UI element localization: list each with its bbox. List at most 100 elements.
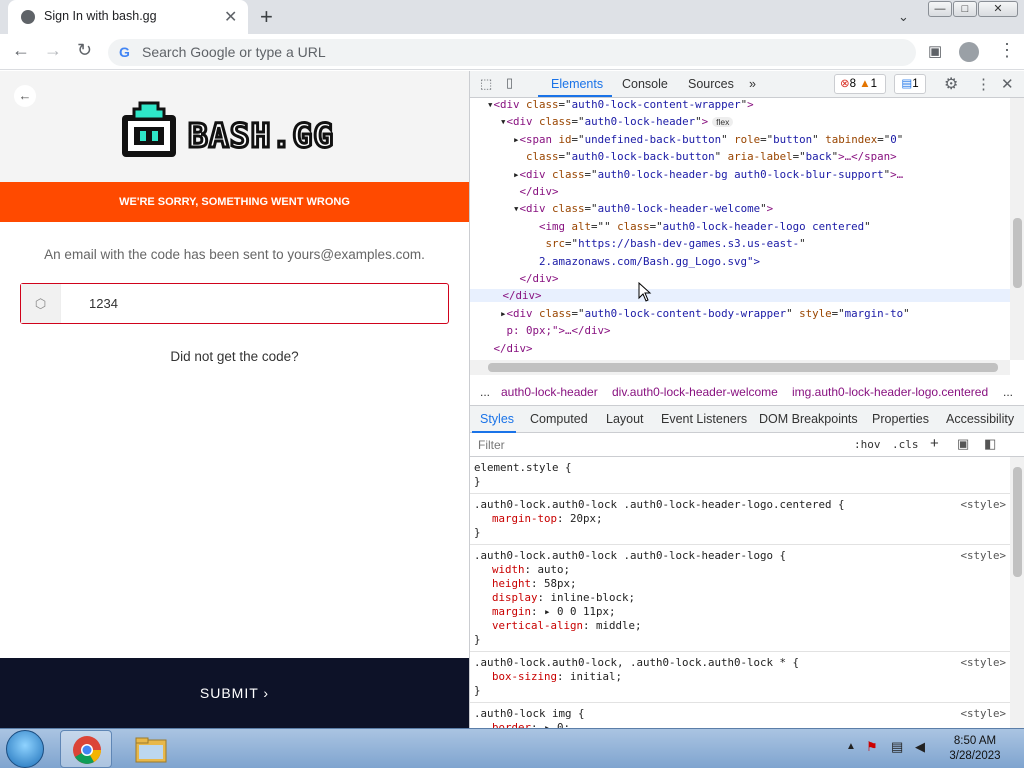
back-arrow-icon[interactable]: ←	[12, 40, 30, 61]
tray-expand-icon[interactable]: ▲	[846, 741, 856, 752]
dom-line[interactable]: </div>	[474, 185, 559, 198]
dom-indent	[474, 324, 507, 337]
menu-kebab-icon[interactable]: ⋮	[998, 40, 1016, 61]
styles-scrollbar[interactable]	[1010, 457, 1024, 728]
dom-attr-name: class	[526, 150, 559, 164]
rule-source[interactable]: <style>	[960, 549, 1006, 562]
volume-icon[interactable]: ◀	[915, 739, 925, 755]
issues-counter[interactable]: ⊗8 ▲1	[834, 74, 886, 94]
network-icon[interactable]: ▤	[891, 739, 903, 755]
add-rule-icon[interactable]: +	[930, 435, 939, 452]
tab-computed[interactable]: Computed	[530, 412, 588, 426]
start-button[interactable]	[6, 730, 44, 768]
dom-horizontal-scrollbar[interactable]	[470, 360, 1010, 375]
browser-tab[interactable]: Sign In with bash.gg ✕	[8, 0, 248, 34]
dom-line[interactable]: 2.amazonaws.com/Bash.gg_Logo.svg">	[474, 254, 761, 268]
messages-counter[interactable]: ▤1	[894, 74, 926, 94]
tab-layout[interactable]: Layout	[606, 412, 644, 426]
breadcrumb-item[interactable]: auth0-lock-header	[501, 385, 598, 399]
settings-gear-icon[interactable]: ⚙	[944, 74, 958, 94]
message-icon: ▤	[901, 78, 913, 90]
action-center-icon[interactable]: ⚑	[866, 739, 878, 755]
rule-source[interactable]: <style>	[960, 498, 1006, 511]
dom-line[interactable]: <img alt="" class="auth0-lock-header-log…	[474, 219, 871, 233]
tab-accessibility[interactable]: Accessibility	[946, 412, 1014, 426]
tab-close-icon[interactable]: ✕	[224, 7, 237, 27]
property-colon: :	[557, 512, 571, 525]
tab-event-listeners[interactable]: Event Listeners	[661, 412, 747, 426]
dom-line[interactable]: ▸<span id="undefined-back-button" role="…	[474, 133, 903, 146]
dom-attr-name: tabindex	[825, 132, 878, 146]
resend-code-link[interactable]: Did not get the code?	[0, 349, 469, 364]
breadcrumb-ellipsis[interactable]: ...	[1003, 385, 1013, 399]
dom-eq: ="	[760, 132, 774, 146]
dom-line[interactable]: ▾<div class="auth0-lock-content-wrapper"…	[474, 98, 754, 111]
device-toggle-icon[interactable]: ▯	[506, 75, 513, 91]
paint-icon[interactable]: ▣	[957, 436, 969, 452]
new-tab-button[interactable]: +	[260, 4, 273, 30]
code-input-value[interactable]: 1234	[89, 296, 118, 311]
maximize-button[interactable]: □	[953, 1, 977, 17]
dom-tree[interactable]: ▾<div class="auth0-lock-content-wrapper"…	[470, 98, 1010, 360]
rule-source[interactable]: <style>	[960, 707, 1006, 720]
chrome-icon	[73, 736, 101, 764]
property-value: auto;	[537, 563, 571, 576]
dom-line[interactable]: ▾<div class="auth0-lock-header-welcome">	[474, 202, 773, 215]
dom-scrollbar[interactable]	[1010, 98, 1024, 360]
tab-sources[interactable]: Sources	[688, 77, 734, 91]
tab-dom-breakpoints[interactable]: DOM Breakpoints	[759, 412, 858, 426]
dom-line[interactable]: ▾<div class="auth0-lock-header"> flex	[474, 115, 734, 128]
close-window-button[interactable]: ✕	[978, 1, 1018, 17]
dom-line[interactable]: src="https://bash-dev-games.s3.us-east-"	[474, 237, 806, 251]
submit-button[interactable]: SUBMIT ›	[0, 658, 469, 728]
dom-line[interactable]: ▸<div class="auth0-lock-content-body-wra…	[474, 307, 910, 320]
dom-line[interactable]: ▸<div class="auth0-lock-header-bg auth0-…	[474, 168, 903, 181]
profile-avatar-icon[interactable]	[959, 42, 979, 62]
reload-icon[interactable]: ↻	[77, 40, 92, 61]
omnibox[interactable]: G Search Google or type a URL	[108, 39, 916, 66]
dom-tag: </div>	[502, 289, 542, 303]
tab-console[interactable]: Console	[622, 77, 668, 91]
dom-eq: ="	[792, 150, 806, 164]
dom-tag-end: 2.amazonaws.com/Bash.gg_Logo.svg">	[539, 254, 761, 268]
breadcrumb-item[interactable]: img.auth0-lock-header-logo.centered	[792, 385, 988, 399]
dom-line[interactable]: </div>	[470, 289, 1010, 303]
styles-filter-input[interactable]: Filter	[478, 438, 505, 452]
dom-attr-name: class	[552, 202, 585, 216]
tab-styles[interactable]: Styles	[480, 412, 514, 426]
tab-search-icon[interactable]: ⌄	[898, 9, 909, 25]
cls-toggle[interactable]: .cls	[892, 438, 919, 451]
minimize-button[interactable]: —	[928, 1, 952, 17]
dom-line[interactable]: </div>	[474, 272, 559, 285]
dom-eq: ="	[558, 150, 572, 164]
sidebar-toggle-icon[interactable]: ◧	[984, 436, 996, 452]
devtools-menu-icon[interactable]: ⋮	[976, 75, 991, 93]
rule-source[interactable]: <style>	[960, 656, 1006, 669]
inspect-icon[interactable]: ⬚	[480, 76, 492, 92]
dom-attr-name: aria-label	[727, 150, 793, 164]
tab-properties[interactable]: Properties	[872, 412, 929, 426]
dom-line[interactable]: p: 0px;">…</div>	[474, 324, 611, 337]
taskbar-clock[interactable]: 8:50 AM 3/28/2023	[940, 734, 1010, 764]
breadcrumb-item[interactable]: div.auth0-lock-header-welcome	[612, 385, 778, 399]
property-name: border	[492, 721, 532, 728]
code-input[interactable]: ⬡ 1234	[20, 283, 449, 324]
devtools-close-icon[interactable]: ✕	[1001, 75, 1014, 93]
dom-line[interactable]: class="auth0-lock-back-button" aria-labe…	[474, 150, 897, 163]
forward-arrow-icon[interactable]: →	[44, 40, 62, 61]
taskbar-chrome[interactable]	[60, 730, 112, 768]
tab-elements[interactable]: Elements	[551, 77, 603, 91]
property-colon: :	[531, 721, 545, 728]
dom-attr-value: auth0-lock-content-wrapper	[571, 98, 741, 111]
folder-icon	[135, 737, 167, 763]
google-g-icon: G	[119, 44, 130, 60]
taskbar-explorer[interactable]	[124, 730, 176, 768]
back-button[interactable]: ←	[14, 85, 36, 107]
side-panel-icon[interactable]: ▣	[928, 42, 942, 60]
dom-tag: <div	[519, 167, 553, 181]
breadcrumb-ellipsis[interactable]: ...	[480, 385, 490, 399]
more-tabs-icon[interactable]: »	[749, 77, 756, 91]
dom-eq: ="	[558, 98, 572, 111]
hov-toggle[interactable]: :hov	[854, 438, 881, 451]
dom-line[interactable]: </div>	[474, 342, 533, 355]
